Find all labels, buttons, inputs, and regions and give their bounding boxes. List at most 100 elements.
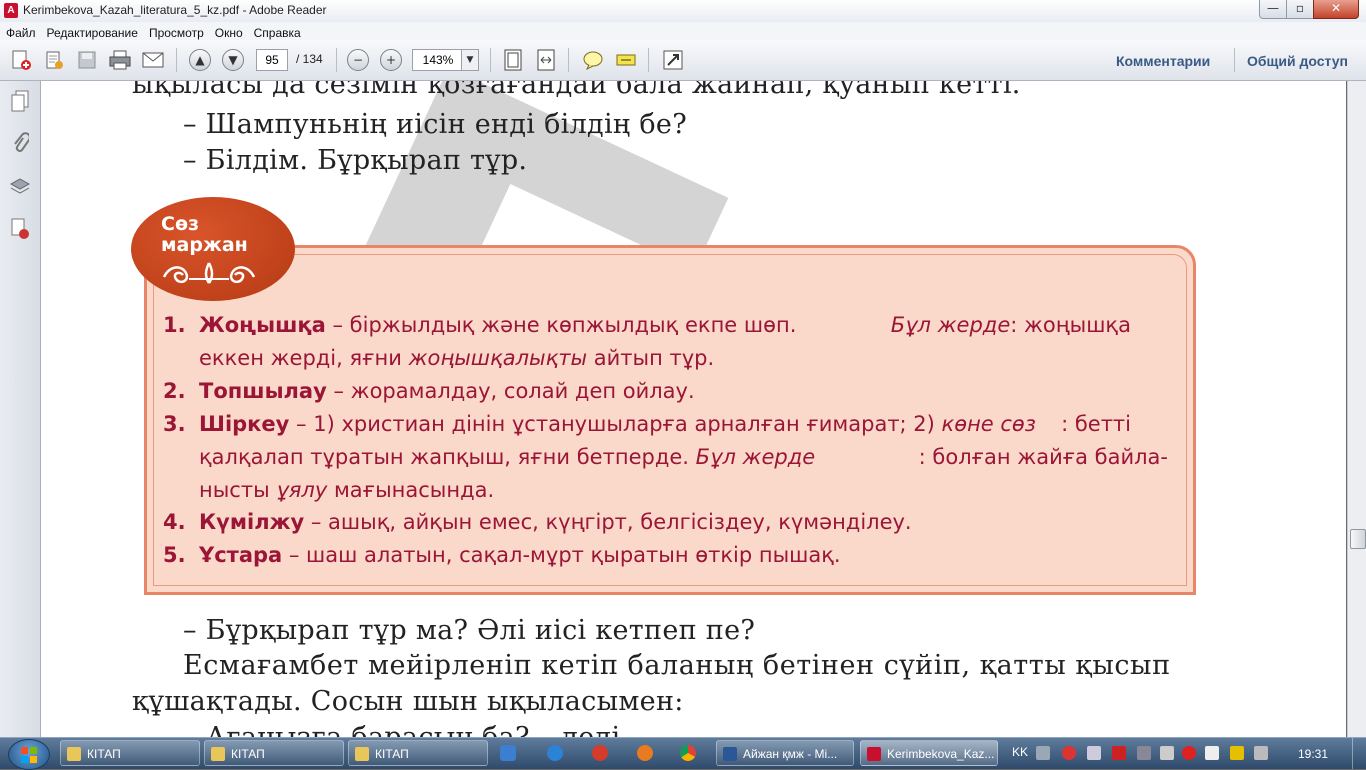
- tray-app-icon[interactable]: [1230, 746, 1244, 760]
- next-page-button[interactable]: ▼: [220, 48, 246, 72]
- opera-tray-icon[interactable]: [1062, 746, 1076, 760]
- glossary-item: 1. Жоңышқа – біржылдық және көпжылдық екп…: [163, 313, 1131, 337]
- taskbar-item[interactable]: Kerimbekova_Kaz...: [860, 740, 998, 766]
- save-icon[interactable]: [74, 48, 100, 72]
- text-line: құшақтады. Сосын шын ықыласымен:: [132, 686, 684, 717]
- firefox-icon[interactable]: [637, 745, 653, 761]
- page-total: / 134: [296, 52, 323, 66]
- arrow-up-icon: ▲: [189, 49, 211, 71]
- zoom-out-button[interactable]: −: [345, 48, 371, 72]
- toolbar: ▲ ▼ 95 / 134 − + 143% ▼ Комментарии Общи…: [0, 40, 1366, 81]
- badge-line1: Сөз: [161, 213, 200, 235]
- keyboard-icon[interactable]: [1036, 746, 1050, 760]
- glossary-term: Ұстара: [199, 543, 283, 567]
- tray-app-icon[interactable]: [1205, 746, 1219, 760]
- tray-app-icon[interactable]: [1087, 746, 1101, 760]
- glossary-item-continuation: нысты ұялу мағынасында.: [199, 478, 495, 502]
- text-line: – Бұрқырап тұр ма? Әлі иісі кетпеп пе?: [183, 615, 756, 646]
- windows-logo-icon: [21, 746, 37, 763]
- taskbar-item[interactable]: Айжан қмж - Mi...: [716, 740, 854, 766]
- document-page: Б ықыласы да сезімін қозғағандай бала жа…: [41, 81, 1346, 737]
- glossary-item: 3. Шіркеу – 1) христиан дінін ұстанушылар…: [163, 412, 1131, 436]
- glossary-item: 2. Топшылау – жорамалдау, солай деп ойлау…: [163, 379, 695, 403]
- menu-file[interactable]: Файл: [0, 24, 41, 40]
- share-link[interactable]: Общий доступ: [1247, 53, 1348, 69]
- text-line: – Шампуньнің иісін енді білдің бе?: [183, 109, 687, 140]
- badge-line2: маржан: [161, 234, 248, 256]
- glossary-item-continuation: қалқалап тұратын жапқыш, яғни бетперде. …: [199, 445, 1168, 469]
- previous-page-button[interactable]: ▲: [187, 48, 213, 72]
- page-thumbnails-icon[interactable]: [8, 89, 32, 113]
- document-info-icon[interactable]: [8, 217, 32, 241]
- folder-icon: [211, 747, 225, 761]
- vertical-scrollbar[interactable]: [1347, 81, 1366, 737]
- clock[interactable]: 19:31: [1298, 747, 1328, 761]
- glossary-term: Шіркеу: [199, 412, 290, 436]
- comment-icon[interactable]: [580, 48, 606, 72]
- navigation-panel: [0, 81, 41, 737]
- glossary-item: 5. Ұстара – шаш алатын, сақал-мұрт қыраты…: [163, 543, 841, 567]
- zoom-dropdown-button[interactable]: ▼: [461, 49, 479, 71]
- expand-icon[interactable]: [660, 48, 686, 72]
- internet-explorer-icon[interactable]: [547, 745, 563, 761]
- language-indicator[interactable]: KK: [1012, 745, 1028, 759]
- folder-icon: [67, 747, 81, 761]
- title-bar: A Kerimbekova_Kazah_literatura_5_kz.pdf …: [0, 0, 1366, 23]
- attachments-icon[interactable]: [8, 131, 32, 155]
- show-desktop-button[interactable]: [1352, 738, 1366, 769]
- tray-app-icon[interactable]: [1137, 746, 1151, 760]
- taskbar-item[interactable]: КІТАП: [348, 740, 488, 766]
- plus-icon: +: [380, 49, 402, 71]
- media-player-icon[interactable]: [500, 745, 516, 761]
- fit-width-icon[interactable]: [533, 48, 559, 72]
- pdf-icon: [867, 747, 881, 761]
- email-icon[interactable]: [140, 48, 166, 72]
- folder-icon: [355, 747, 369, 761]
- glossary-term: Жоңышқа: [199, 313, 326, 337]
- pdf-icon: A: [4, 3, 18, 18]
- opera-icon[interactable]: [592, 745, 608, 761]
- volume-icon[interactable]: [1254, 746, 1268, 760]
- taskbar-item[interactable]: КІТАП: [60, 740, 200, 766]
- text-line: ықыласы да сезімін қозғағандай бала жайн…: [132, 81, 1021, 100]
- glossary-badge: Сөз маржан: [131, 197, 295, 301]
- tray-app-icon[interactable]: [1112, 746, 1126, 760]
- start-button[interactable]: [8, 739, 50, 770]
- minus-icon: −: [347, 49, 369, 71]
- glossary-item-continuation: еккен жерді, яғни жоңышқалықты айтып тұр…: [199, 346, 715, 370]
- chrome-icon[interactable]: [680, 745, 696, 761]
- text-line: – Ағаңызға барасың ба? – деді.: [183, 722, 629, 737]
- scrollbar-thumb[interactable]: [1350, 529, 1366, 549]
- text-line: Есмағамбет мейірленіп кетіп баланың беті…: [183, 650, 1171, 681]
- window-title: Kerimbekova_Kazah_literatura_5_kz.pdf - …: [23, 3, 327, 17]
- menu-view[interactable]: Просмотр: [143, 24, 209, 40]
- tray-app-icon[interactable]: [1182, 746, 1196, 760]
- print-icon[interactable]: [107, 48, 133, 72]
- page-number-input[interactable]: 95: [256, 49, 288, 71]
- edit-document-icon[interactable]: [41, 48, 67, 72]
- ornament-icon: [162, 262, 256, 284]
- tray-app-icon[interactable]: [1160, 746, 1174, 760]
- highlight-icon[interactable]: [613, 48, 639, 72]
- taskbar-item[interactable]: КІТАП: [204, 740, 344, 766]
- taskbar: КІТАП КІТАП КІТАП Айжан қмж - Mi... Keri…: [0, 737, 1366, 770]
- maximize-button[interactable]: ▫: [1286, 0, 1314, 19]
- layers-icon[interactable]: [8, 175, 32, 199]
- text-line: – Білдім. Бұрқырап тұр.: [183, 145, 528, 176]
- fit-page-icon[interactable]: [500, 48, 526, 72]
- minimize-button[interactable]: —: [1259, 0, 1287, 19]
- comments-link[interactable]: Комментарии: [1116, 53, 1210, 69]
- glossary-term: Топшылау: [199, 379, 327, 403]
- glossary-term: Күмілжу: [199, 510, 305, 534]
- menu-bar: Файл Редактирование Просмотр Окно Справка: [0, 22, 1366, 40]
- close-button[interactable]: ✕: [1313, 0, 1359, 19]
- menu-edit[interactable]: Редактирование: [41, 24, 143, 40]
- menu-window[interactable]: Окно: [209, 24, 248, 40]
- glossary-item: 4. Күмілжу – ашық, айқын емес, күңгірт, б…: [163, 510, 912, 534]
- zoom-in-button[interactable]: +: [378, 48, 404, 72]
- create-pdf-icon[interactable]: [8, 48, 34, 72]
- menu-help[interactable]: Справка: [248, 24, 306, 40]
- zoom-level-input[interactable]: 143%: [412, 49, 464, 71]
- word-icon: [723, 747, 737, 761]
- arrow-down-icon: ▼: [222, 49, 244, 71]
